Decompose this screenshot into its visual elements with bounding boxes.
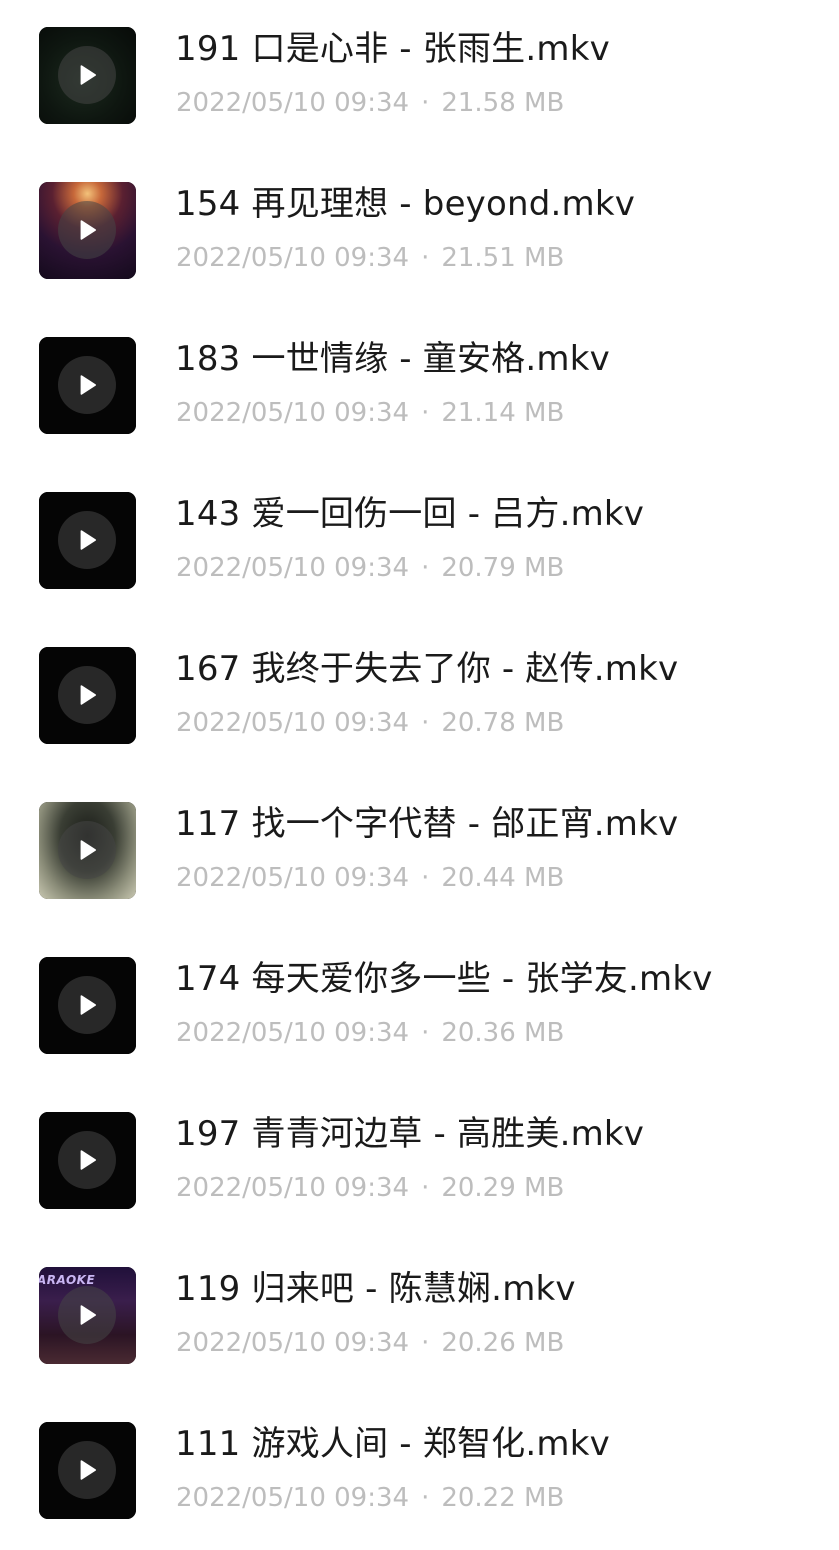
file-list-item[interactable]: 197 青青河边草 - 高胜美.mkv 2022/05/10 09:34 · 20.2… <box>0 1085 839 1240</box>
file-date: 2022/05/10 09:34 <box>176 1173 410 1203</box>
file-list-item[interactable]: 183 一世情缘 - 童安格.mkv 2022/05/10 09:34 · 21.14… <box>0 310 839 465</box>
meta-separator: · <box>421 1483 430 1513</box>
play-button[interactable] <box>58 821 116 879</box>
file-size: 21.14 MB <box>441 398 565 428</box>
meta-separator: · <box>421 398 430 428</box>
file-list-item[interactable]: 191 口是心非 - 张雨生.mkv 2022/05/10 09:34 · 21.58… <box>0 0 839 155</box>
file-meta: 2022/05/10 09:34 · 20.26 MB <box>176 1326 564 1360</box>
play-button[interactable] <box>58 201 116 259</box>
file-size: 20.22 MB <box>441 1483 565 1513</box>
play-icon <box>80 1460 97 1480</box>
file-meta: 2022/05/10 09:34 · 20.44 MB <box>176 861 564 895</box>
file-list-item[interactable]: ARAOKE 119 归来吧 - 陈慧娴.mkv 2022/05/10 09:34 ·… <box>0 1240 839 1395</box>
file-meta: 2022/05/10 09:34 · 20.22 MB <box>176 1481 564 1515</box>
play-button[interactable] <box>58 976 116 1034</box>
play-icon <box>80 840 97 860</box>
file-name: 197 青青河边草 - 高胜美.mkv <box>175 1114 645 1154</box>
video-thumbnail[interactable]: ARAOKE <box>39 1267 136 1364</box>
video-thumbnail[interactable] <box>39 492 136 589</box>
play-button[interactable] <box>58 356 116 414</box>
file-date: 2022/05/10 09:34 <box>176 398 410 428</box>
play-icon <box>80 65 97 85</box>
file-size: 20.29 MB <box>441 1173 565 1203</box>
play-button[interactable] <box>58 511 116 569</box>
video-thumbnail[interactable] <box>39 1422 136 1519</box>
file-name: 167 我终于失去了你 - 赵传.mkv <box>175 649 679 689</box>
file-name: 111 游戏人间 - 郑智化.mkv <box>175 1424 610 1464</box>
file-size: 20.26 MB <box>441 1328 565 1358</box>
play-icon <box>80 1150 97 1170</box>
play-button[interactable] <box>58 46 116 104</box>
file-name: 191 口是心非 - 张雨生.mkv <box>175 29 610 69</box>
file-list-item[interactable]: 111 游戏人间 - 郑智化.mkv 2022/05/10 09:34 · 20.22… <box>0 1395 839 1550</box>
play-button[interactable] <box>58 666 116 724</box>
play-icon <box>80 530 97 550</box>
file-date: 2022/05/10 09:34 <box>176 553 410 583</box>
video-thumbnail[interactable] <box>39 647 136 744</box>
video-thumbnail[interactable] <box>39 182 136 279</box>
meta-separator: · <box>421 243 430 273</box>
play-icon <box>80 685 97 705</box>
file-date: 2022/05/10 09:34 <box>176 1018 410 1048</box>
meta-separator: · <box>421 1328 430 1358</box>
file-size: 20.78 MB <box>441 708 565 738</box>
file-date: 2022/05/10 09:34 <box>176 863 410 893</box>
meta-separator: · <box>421 1018 430 1048</box>
file-meta: 2022/05/10 09:34 · 20.79 MB <box>176 551 564 585</box>
file-date: 2022/05/10 09:34 <box>176 1328 410 1358</box>
play-icon <box>80 1305 97 1325</box>
play-icon <box>80 375 97 395</box>
file-list-item[interactable]: 143 爱一回伤一回 - 吕方.mkv 2022/05/10 09:34 · 20.7… <box>0 465 839 620</box>
video-thumbnail[interactable] <box>39 1112 136 1209</box>
file-name: 183 一世情缘 - 童安格.mkv <box>175 339 610 379</box>
file-name: 174 每天爱你多一些 - 张学友.mkv <box>175 959 713 999</box>
file-list-item[interactable]: 154 再见理想 - beyond.mkv 2022/05/10 09:34 · 21… <box>0 155 839 310</box>
file-meta: 2022/05/10 09:34 · 20.29 MB <box>176 1171 564 1205</box>
play-button[interactable] <box>58 1131 116 1189</box>
file-name: 117 找一个字代替 - 邰正宵.mkv <box>175 804 679 844</box>
file-name: 119 归来吧 - 陈慧娴.mkv <box>175 1269 576 1309</box>
video-thumbnail[interactable] <box>39 802 136 899</box>
file-date: 2022/05/10 09:34 <box>176 708 410 738</box>
file-meta: 2022/05/10 09:34 · 21.14 MB <box>176 396 564 430</box>
file-date: 2022/05/10 09:34 <box>176 88 410 118</box>
file-size: 20.79 MB <box>441 553 565 583</box>
meta-separator: · <box>421 863 430 893</box>
meta-separator: · <box>421 708 430 738</box>
meta-separator: · <box>421 1173 430 1203</box>
file-meta: 2022/05/10 09:34 · 20.78 MB <box>176 706 564 740</box>
file-list-item[interactable]: 117 找一个字代替 - 邰正宵.mkv 2022/05/10 09:34 · 20.… <box>0 775 839 930</box>
file-meta: 2022/05/10 09:34 · 21.51 MB <box>176 241 564 275</box>
video-thumbnail[interactable] <box>39 957 136 1054</box>
meta-separator: · <box>421 88 430 118</box>
video-thumbnail[interactable] <box>39 27 136 124</box>
file-date: 2022/05/10 09:34 <box>176 243 410 273</box>
play-button[interactable] <box>58 1286 116 1344</box>
file-name: 154 再见理想 - beyond.mkv <box>175 184 636 224</box>
file-name: 143 爱一回伤一回 - 吕方.mkv <box>175 494 645 534</box>
play-button[interactable] <box>58 1441 116 1499</box>
file-size: 20.36 MB <box>441 1018 565 1048</box>
video-thumbnail[interactable] <box>39 337 136 434</box>
file-meta: 2022/05/10 09:34 · 21.58 MB <box>176 86 564 120</box>
file-meta: 2022/05/10 09:34 · 20.36 MB <box>176 1016 564 1050</box>
thumbnail-caption: ARAOKE <box>39 1273 96 1287</box>
file-size: 21.58 MB <box>441 88 565 118</box>
file-date: 2022/05/10 09:34 <box>176 1483 410 1513</box>
file-list-item[interactable]: 167 我终于失去了你 - 赵传.mkv 2022/05/10 09:34 · 20.… <box>0 620 839 775</box>
play-icon <box>80 995 97 1015</box>
meta-separator: · <box>421 553 430 583</box>
file-size: 21.51 MB <box>441 243 565 273</box>
file-size: 20.44 MB <box>441 863 565 893</box>
file-list-item[interactable]: 174 每天爱你多一些 - 张学友.mkv 2022/05/10 09:34 · 20… <box>0 930 839 1085</box>
play-icon <box>80 220 97 240</box>
